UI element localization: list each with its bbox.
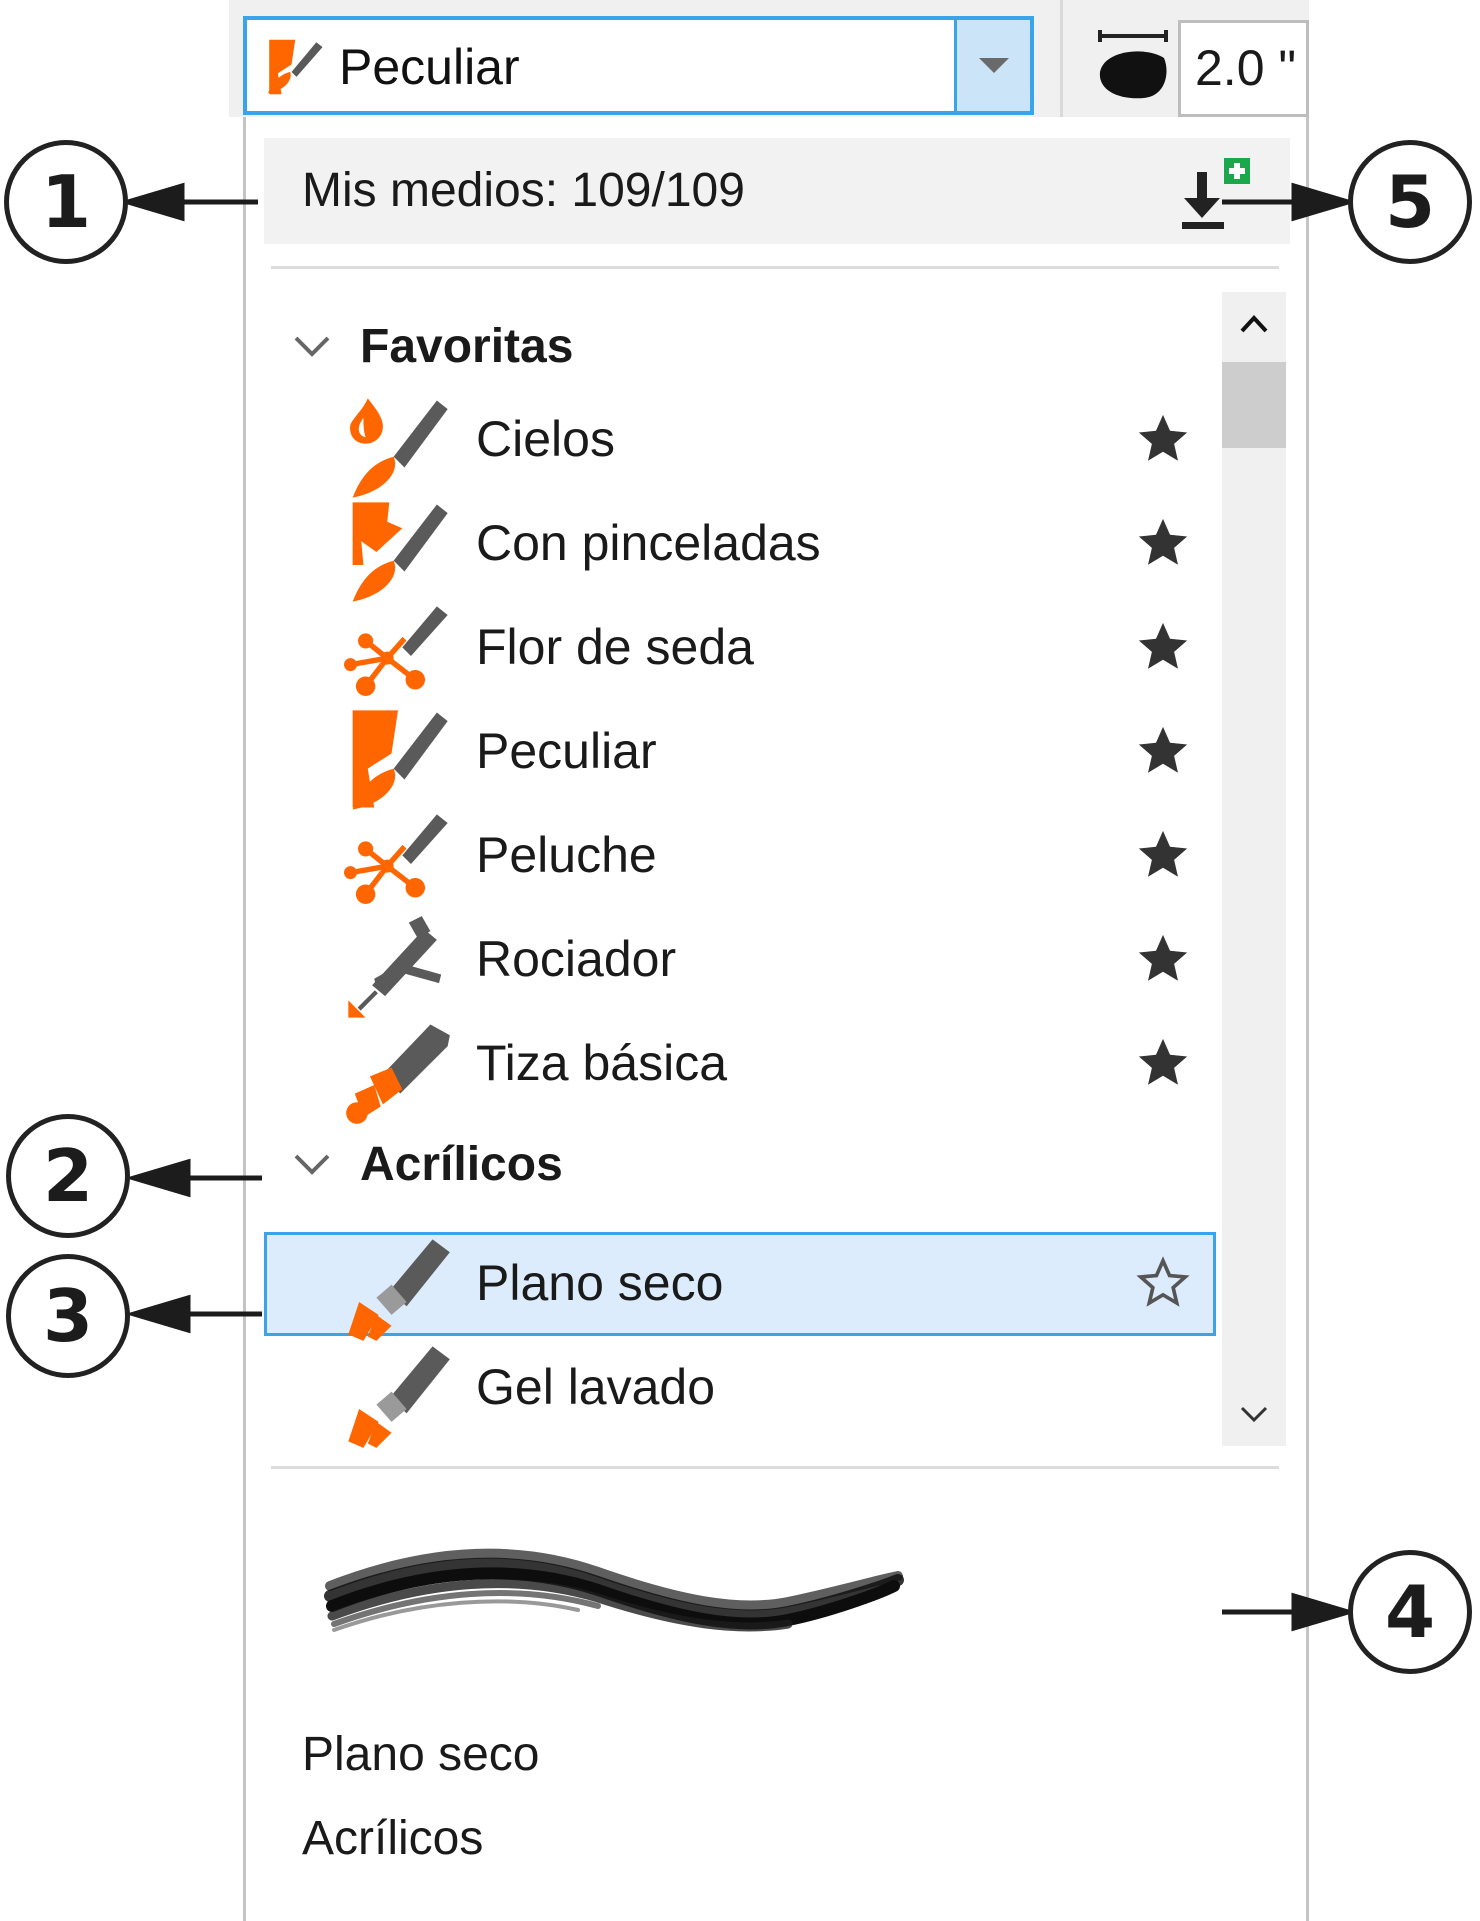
category-label: Acrílicos — [360, 1138, 563, 1191]
brush-label: Cielos — [476, 411, 615, 467]
peluche-brush-icon — [344, 814, 448, 904]
favorite-star-outline-icon[interactable] — [1134, 1254, 1192, 1312]
import-add-icon[interactable] — [1176, 154, 1256, 234]
brush-item-rociador[interactable]: Rociador — [264, 908, 1219, 1018]
preview-brush-name: Plano seco — [302, 1728, 540, 1781]
callout-2: 2 — [6, 1114, 130, 1238]
brush-item-tiza-basica[interactable]: Tiza básica — [264, 1012, 1219, 1124]
category-label: Favoritas — [360, 320, 574, 373]
list-scrollbar[interactable] — [1222, 292, 1286, 1446]
category-header-favoritas[interactable]: Favoritas — [264, 302, 1219, 390]
brush-list: Favoritas Cielos Con pinceladas Flor de … — [264, 288, 1219, 1448]
scroll-down-button[interactable] — [1222, 1382, 1286, 1446]
chevron-down-icon — [294, 336, 330, 357]
scroll-up-button[interactable] — [1222, 292, 1286, 356]
dropdown-button[interactable] — [954, 20, 1030, 111]
nib-size-input[interactable]: 2.0 " — [1178, 20, 1309, 117]
favorite-star-icon[interactable] — [1134, 826, 1192, 884]
brush-item-flor-de-seda[interactable]: Flor de seda — [264, 596, 1219, 700]
preview-divider — [271, 1466, 1279, 1469]
con-pinceladas-brush-icon — [352, 502, 448, 602]
selected-brush-label: Peculiar — [339, 39, 520, 95]
brush-label: Flor de seda — [476, 619, 754, 675]
flor-de-seda-brush-icon — [344, 606, 448, 696]
brush-item-peculiar[interactable]: Peculiar — [264, 700, 1219, 810]
peculiar-brush-icon — [352, 710, 448, 810]
brush-label: Tiza básica — [476, 1035, 728, 1091]
brush-label: Peluche — [476, 827, 657, 883]
nib-size-icon — [1098, 30, 1168, 99]
favorite-star-icon[interactable] — [1134, 410, 1192, 468]
nib-size-value: 2.0 " — [1195, 40, 1297, 96]
brush-item-plano-seco[interactable]: Plano seco — [264, 1232, 1216, 1341]
toolbar-separator — [1060, 0, 1063, 117]
rociador-brush-icon — [348, 916, 442, 1018]
my-media-header: Mis medios: 109/109 — [264, 138, 1290, 244]
favorite-star-icon[interactable] — [1134, 930, 1192, 988]
callout-3: 3 — [6, 1254, 130, 1378]
brush-label: Peculiar — [476, 723, 657, 779]
dropdown-arrow-icon — [978, 57, 1009, 73]
favorite-star-icon[interactable] — [1134, 618, 1192, 676]
brush-item-con-pinceladas[interactable]: Con pinceladas — [264, 492, 1219, 602]
brush-label: Plano seco — [476, 1255, 724, 1311]
brush-label: Rociador — [476, 931, 677, 987]
brush-item-cielos[interactable]: Cielos — [264, 388, 1219, 498]
gel-lavado-brush-icon — [348, 1346, 450, 1448]
brush-item-gel-lavado[interactable]: Gel lavado — [264, 1336, 1219, 1448]
favorite-star-icon[interactable] — [1134, 722, 1192, 780]
scroll-thumb[interactable] — [1222, 362, 1286, 448]
plano-seco-brush-icon — [348, 1239, 450, 1341]
chevron-down-icon — [1240, 1406, 1268, 1423]
favorite-star-icon[interactable] — [1134, 1034, 1192, 1092]
favorite-star-icon[interactable] — [1134, 514, 1192, 572]
header-divider — [271, 266, 1279, 269]
peculiar-brush-icon — [267, 39, 323, 95]
callout-5: 5 — [1348, 140, 1472, 264]
callout-4: 4 — [1348, 1550, 1472, 1674]
brush-label: Con pinceladas — [476, 515, 821, 571]
chevron-up-icon — [1240, 315, 1268, 333]
preview-category-name: Acrílicos — [302, 1812, 484, 1865]
tiza-basica-brush-icon — [346, 1024, 450, 1124]
brush-label: Gel lavado — [476, 1359, 716, 1415]
brush-selector-combo[interactable]: Peculiar — [243, 16, 1034, 115]
cielos-brush-icon — [350, 398, 448, 498]
chevron-down-icon — [294, 1154, 330, 1175]
brush-item-peluche[interactable]: Peluche — [264, 804, 1219, 908]
brush-stroke-preview — [324, 1548, 904, 1632]
media-count-label: Mis medios: 109/109 — [302, 164, 745, 217]
callout-1: 1 — [4, 140, 128, 264]
category-header-acrilicos[interactable]: Acrílicos — [264, 1120, 1219, 1208]
